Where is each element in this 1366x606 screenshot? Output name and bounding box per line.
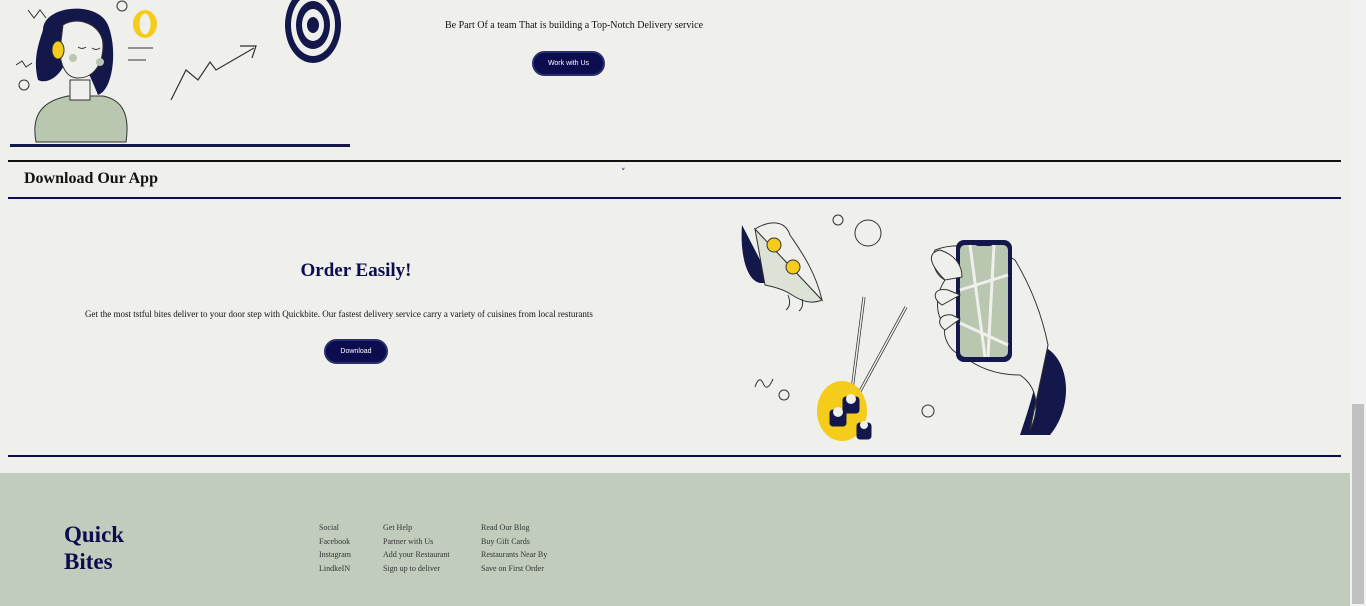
footer-help-links: Get Help Partner with Us Add your Restau… bbox=[383, 521, 450, 576]
brand-line-1: Quick bbox=[64, 522, 125, 547]
download-button[interactable]: Download bbox=[324, 339, 388, 364]
footer-link-get-help[interactable]: Get Help bbox=[383, 521, 450, 535]
footer-link-save-first-order[interactable]: Save on First Order bbox=[481, 562, 547, 576]
footer-blog-links: Read Our Blog Buy Gift Cards Restaurants… bbox=[481, 521, 547, 576]
footer-link-gift-cards[interactable]: Buy Gift Cards bbox=[481, 535, 547, 549]
work-with-us-button[interactable]: Work with Us bbox=[532, 51, 605, 76]
footer-link-sign-up-deliver[interactable]: Sign up to deliver bbox=[383, 562, 450, 576]
footer-link-blog[interactable]: Read Our Blog bbox=[481, 521, 547, 535]
footer-link-instagram[interactable]: Instagram bbox=[319, 548, 351, 562]
footer-link-partner[interactable]: Partner with Us bbox=[383, 535, 450, 549]
footer-link-add-restaurant[interactable]: Add your Restaurant bbox=[383, 548, 450, 562]
footer-social-links: Social Facebook Instagram LindkeIN bbox=[319, 521, 351, 576]
brand-line-2: Bites bbox=[64, 549, 113, 574]
accordion-title[interactable]: Download Our App bbox=[24, 170, 158, 188]
careers-tagline: Be Part Of a team That is building a Top… bbox=[445, 20, 704, 31]
footer-link-social[interactable]: Social bbox=[319, 521, 351, 535]
section-divider-bottom bbox=[8, 455, 1341, 457]
section-divider-mid bbox=[8, 197, 1341, 199]
chevron-down-icon[interactable]: ˅ bbox=[621, 168, 626, 178]
footer-link-facebook[interactable]: Facebook bbox=[319, 535, 351, 549]
site-footer bbox=[0, 473, 1350, 606]
footer-link-restaurants-near[interactable]: Restaurants Near By bbox=[481, 548, 547, 562]
vertical-scrollbar-thumb[interactable] bbox=[1352, 404, 1364, 604]
order-easily-heading: Order Easily! bbox=[300, 260, 412, 281]
footer-link-linkedin[interactable]: LindkeIN bbox=[319, 562, 351, 576]
footer-brand-logo[interactable]: Quick Bites bbox=[64, 521, 124, 575]
careers-illustration bbox=[8, 0, 353, 150]
order-description: Get the most tstful bites deliver to you… bbox=[85, 309, 593, 319]
section-divider-top bbox=[8, 160, 1341, 162]
food-delivery-illustration bbox=[730, 205, 1075, 450]
